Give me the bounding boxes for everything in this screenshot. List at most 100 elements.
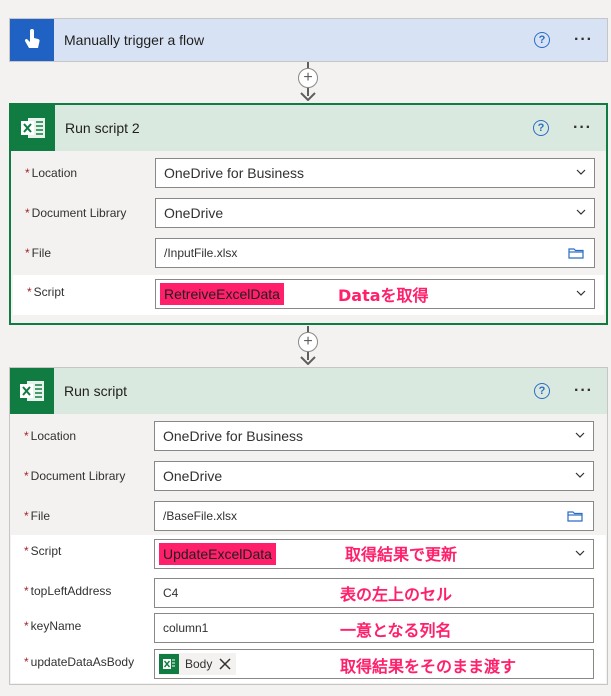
required-marker: * (25, 206, 30, 220)
body-token-label: Body (185, 657, 213, 671)
key-name-value: column1 (163, 621, 209, 635)
chevron-down-icon (576, 290, 586, 296)
excel-icon (11, 105, 55, 151)
file-value: /InputFile.xlsx (164, 246, 238, 260)
location-label: * Location (25, 166, 77, 180)
location-value: OneDrive for Business (164, 165, 305, 181)
document-library-label: * Document Library (25, 206, 126, 220)
script-label: * Script (24, 544, 61, 558)
document-library-dropdown[interactable]: OneDrive (155, 198, 595, 228)
required-marker: * (24, 584, 29, 598)
arrow-down-icon (300, 356, 316, 365)
help-icon[interactable]: ? (533, 120, 550, 136)
file-input[interactable]: /InputFile.xlsx (155, 238, 595, 268)
trigger-card[interactable]: Manually trigger a flow ? ··· (9, 18, 608, 62)
file-row: * File /BaseFile.xlsx (10, 501, 607, 539)
script-label-text: Script (33, 285, 65, 299)
file-input[interactable]: /BaseFile.xlsx (154, 501, 594, 531)
connector: + (296, 326, 320, 367)
help-icon[interactable]: ? (534, 32, 551, 48)
folder-icon[interactable] (568, 247, 584, 259)
annotation-note: 表の左上のセル (340, 585, 453, 604)
script-label: * Script (27, 285, 64, 299)
document-library-dropdown[interactable]: OneDrive (154, 461, 594, 491)
required-marker: * (24, 544, 29, 558)
annotation-note: 取得結果で更新 (345, 545, 458, 564)
top-left-address-value: C4 (163, 586, 179, 600)
file-row: * File /InputFile.xlsx (11, 238, 606, 276)
location-value: OneDrive for Business (163, 428, 304, 444)
document-library-row: * Document Library OneDrive (11, 198, 606, 236)
excel-icon (10, 368, 54, 414)
more-options-icon[interactable]: ··· (573, 119, 592, 137)
top-left-address-label-text: topLeftAddress (30, 584, 112, 598)
run-script-header[interactable]: Run script ? ··· (10, 368, 607, 414)
annotation-note: 取得結果をそのまま渡す (340, 657, 517, 676)
touch-hand-icon (10, 19, 54, 61)
location-label-text: Location (31, 166, 78, 180)
help-icon[interactable]: ? (534, 383, 551, 399)
location-dropdown[interactable]: OneDrive for Business (155, 158, 595, 188)
update-data-label: * updateDataAsBody (24, 655, 134, 669)
file-label-text: File (31, 246, 52, 260)
document-library-row: * Document Library OneDrive (10, 461, 607, 499)
required-marker: * (24, 469, 29, 483)
script-value: RetreiveExcelData (160, 283, 284, 305)
script-row: * Script UpdateExcelData (10, 538, 607, 576)
trigger-title: Manually trigger a flow (64, 32, 205, 48)
run-script-title: Run script (64, 383, 128, 399)
chevron-down-icon (575, 432, 585, 438)
body-token[interactable]: Body (159, 653, 237, 675)
more-options-icon[interactable]: ··· (574, 31, 593, 49)
required-marker: * (24, 655, 29, 669)
top-left-address-row: * topLeftAddress C4 (10, 578, 607, 616)
script-row: * Script RetreiveExcelData (13, 275, 604, 315)
location-label-text: Location (30, 429, 77, 443)
update-data-row: * updateDataAsBody Body (10, 649, 607, 687)
close-icon[interactable] (218, 657, 232, 671)
annotation-note: 一意となる列名 (340, 621, 452, 640)
location-dropdown[interactable]: OneDrive for Business (154, 421, 594, 451)
run-script-2-header[interactable]: Run script 2 ? ··· (11, 105, 606, 151)
top-left-address-label: * topLeftAddress (24, 584, 111, 598)
run-script-card[interactable]: Run script ? ··· * Location OneDrive for … (9, 367, 608, 685)
key-name-label-text: keyName (30, 619, 82, 633)
file-value: /BaseFile.xlsx (163, 509, 238, 523)
run-script-2-title: Run script 2 (65, 120, 140, 136)
document-library-value: OneDrive (163, 468, 223, 484)
file-label: * File (25, 246, 51, 260)
document-library-label: * Document Library (24, 469, 125, 483)
excel-icon (159, 654, 179, 674)
required-marker: * (24, 429, 29, 443)
required-marker: * (24, 619, 29, 633)
script-value: UpdateExcelData (159, 543, 276, 565)
key-name-row: * keyName column1 (10, 613, 607, 651)
location-row: * Location OneDrive for Business (10, 421, 607, 459)
add-step-button[interactable]: + (298, 332, 318, 352)
document-library-label-text: Document Library (31, 206, 127, 220)
add-step-button[interactable]: + (298, 68, 318, 88)
file-label: * File (24, 509, 50, 523)
connector: + (296, 62, 320, 103)
chevron-down-icon (575, 472, 585, 478)
required-marker: * (25, 166, 30, 180)
chevron-down-icon (575, 550, 585, 556)
required-marker: * (25, 246, 30, 260)
document-library-value: OneDrive (164, 205, 224, 221)
arrow-down-icon (300, 92, 316, 101)
required-marker: * (24, 509, 29, 523)
location-label: * Location (24, 429, 76, 443)
key-name-label: * keyName (24, 619, 81, 633)
document-library-label-text: Document Library (30, 469, 126, 483)
more-options-icon[interactable]: ··· (574, 382, 593, 400)
run-script-2-card[interactable]: Run script 2 ? ··· * Location OneDrive fo… (9, 103, 608, 325)
chevron-down-icon (576, 169, 586, 175)
file-label-text: File (30, 509, 51, 523)
script-label-text: Script (30, 544, 62, 558)
trigger-header[interactable]: Manually trigger a flow ? ··· (10, 19, 607, 61)
folder-icon[interactable] (567, 510, 583, 522)
chevron-down-icon (576, 209, 586, 215)
location-row: * Location OneDrive for Business (11, 158, 606, 196)
annotation-note: Dataを取得 (338, 286, 429, 305)
update-data-label-text: updateDataAsBody (30, 655, 135, 669)
